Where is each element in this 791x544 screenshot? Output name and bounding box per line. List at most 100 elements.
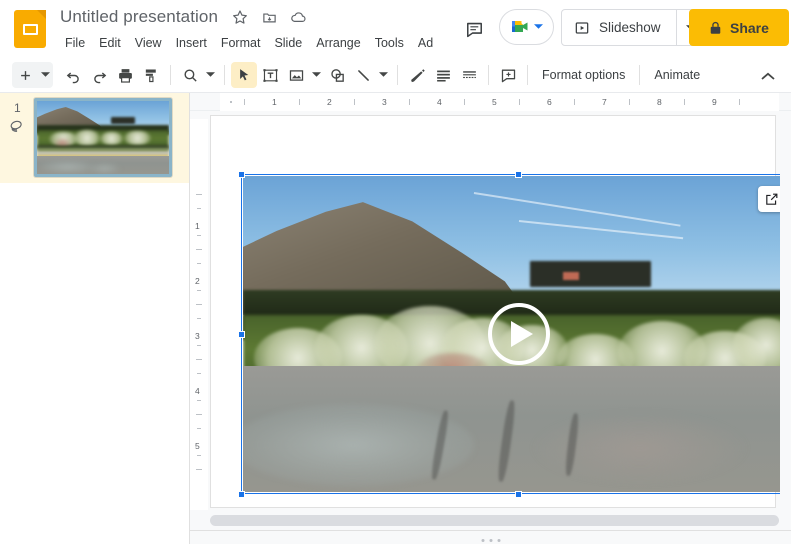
slideshow-label: Slideshow — [599, 20, 661, 35]
thumbnail-image — [37, 101, 169, 174]
divider — [170, 65, 171, 85]
line-icon[interactable] — [350, 62, 376, 88]
slide-editor-canvas[interactable]: 1 2 3 4 5 6 7 8 9 1 2 3 4 5 — [190, 93, 791, 544]
comment-history-icon[interactable] — [458, 13, 490, 45]
resize-handle-s[interactable] — [515, 491, 522, 498]
vertical-ruler[interactable]: 1 2 3 4 5 — [190, 111, 208, 544]
ruler-label: 6 — [547, 97, 552, 107]
menu-add-ons[interactable]: Ad — [411, 33, 440, 53]
ruler-track: 1 2 3 4 5 — [190, 119, 208, 510]
add-comment-icon[interactable] — [495, 62, 521, 88]
share-label: Share — [730, 19, 769, 36]
new-slide-chevron-down-icon[interactable] — [38, 62, 53, 88]
scrollbar-thumb[interactable] — [210, 515, 779, 526]
new-slide-group — [12, 62, 53, 88]
pen-icon[interactable] — [404, 62, 430, 88]
ruler-label: 3 — [195, 331, 200, 341]
image-chevron-down-icon[interactable] — [309, 62, 324, 88]
chevron-down-icon[interactable] — [534, 24, 543, 30]
move-to-folder-icon[interactable] — [258, 6, 280, 28]
play-triangle — [510, 321, 533, 347]
resize-handle-sw[interactable] — [238, 491, 245, 498]
ruler-label: 1 — [272, 97, 277, 107]
slide-page[interactable] — [211, 116, 780, 507]
paint-format-icon[interactable] — [138, 62, 164, 88]
ruler-label: 5 — [195, 441, 200, 451]
ruler-label: 2 — [195, 276, 200, 286]
lock-icon — [709, 21, 722, 35]
chevron-up-icon[interactable] — [755, 63, 781, 89]
divider — [224, 65, 225, 85]
shape-icon[interactable] — [324, 62, 350, 88]
print-icon[interactable] — [112, 62, 138, 88]
header-actions: Slideshow Share — [440, 0, 791, 57]
slideshow-button[interactable]: Slideshow — [562, 10, 676, 45]
slideshow-button-group: Slideshow — [561, 9, 706, 46]
divider — [190, 530, 791, 531]
divider — [397, 65, 398, 85]
play-circle-icon[interactable] — [487, 303, 550, 365]
animate-button[interactable]: Animate — [646, 64, 708, 86]
divider — [488, 65, 489, 85]
menu-edit[interactable]: Edit — [92, 33, 128, 53]
icon-inner-rect — [22, 23, 38, 35]
undo-icon[interactable] — [60, 62, 86, 88]
app-header: Untitled presentation File Edit View Ins… — [0, 0, 791, 58]
slide-number: 1 — [14, 101, 21, 115]
ruler-label: 7 — [602, 97, 607, 107]
open-in-new-icon[interactable] — [758, 186, 780, 212]
text-box-icon[interactable] — [257, 62, 283, 88]
menu-insert[interactable]: Insert — [169, 33, 214, 53]
cloud-saved-icon[interactable] — [287, 6, 309, 28]
resize-handle-nw[interactable] — [238, 171, 245, 178]
zoom-chevron-down-icon[interactable] — [203, 62, 218, 88]
ruler-label: 8 — [657, 97, 662, 107]
title-row: Untitled presentation — [56, 5, 309, 29]
zoom-icon[interactable] — [177, 62, 203, 88]
plus-icon[interactable] — [12, 62, 38, 88]
divider — [527, 65, 528, 85]
line-spacing-icon[interactable] — [456, 62, 482, 88]
menu-file[interactable]: File — [58, 33, 92, 53]
format-options-button[interactable]: Format options — [534, 64, 633, 86]
transition-layers-icon[interactable] — [8, 118, 25, 135]
menu-view[interactable]: View — [128, 33, 169, 53]
ruler-label: 9 — [712, 97, 717, 107]
share-button[interactable]: Share — [689, 9, 789, 46]
google-meet-icon[interactable] — [499, 9, 554, 45]
align-icon[interactable] — [430, 62, 456, 88]
menu-tools[interactable]: Tools — [368, 33, 411, 53]
slide-thumbnail[interactable] — [34, 98, 172, 177]
resize-handle-n[interactable] — [515, 171, 522, 178]
insert-image-icon[interactable] — [283, 62, 309, 88]
divider — [639, 65, 641, 85]
menu-arrange[interactable]: Arrange — [309, 33, 367, 53]
meet-logo-glyph — [510, 19, 532, 36]
ruler-label: 5 — [492, 97, 497, 107]
resize-handle-w[interactable] — [238, 331, 245, 338]
slides-app-icon — [14, 10, 46, 48]
star-icon[interactable] — [229, 6, 251, 28]
menu-format[interactable]: Format — [214, 33, 268, 53]
ruler-label: 3 — [382, 97, 387, 107]
slide-filmstrip[interactable]: 1 — [0, 93, 190, 544]
video-placeholder[interactable] — [243, 176, 780, 492]
ruler-label: 2 — [327, 97, 332, 107]
slide-page-area[interactable] — [208, 111, 780, 526]
line-chevron-down-icon[interactable] — [376, 62, 391, 88]
redo-icon[interactable] — [86, 62, 112, 88]
cursor-select-icon[interactable] — [231, 62, 257, 88]
menu-bar: File Edit View Insert Format Slide Arran… — [58, 33, 440, 53]
horizontal-scrollbar[interactable] — [210, 515, 779, 526]
ruler-track: 1 2 3 4 5 6 7 8 9 — [220, 93, 779, 111]
horizontal-ruler[interactable]: 1 2 3 4 5 6 7 8 9 — [190, 93, 791, 111]
google-slides-window: Untitled presentation File Edit View Ins… — [0, 0, 791, 544]
ruler-label: 4 — [437, 97, 442, 107]
list-item[interactable]: 1 — [0, 93, 189, 183]
ruler-label: 1 — [195, 221, 200, 231]
panel-resize-grip[interactable] — [481, 539, 500, 542]
main-toolbar: Format options Animate — [0, 58, 791, 93]
menu-slide[interactable]: Slide — [267, 33, 309, 53]
icon-fold — [37, 10, 46, 19]
document-title[interactable]: Untitled presentation — [56, 5, 222, 29]
